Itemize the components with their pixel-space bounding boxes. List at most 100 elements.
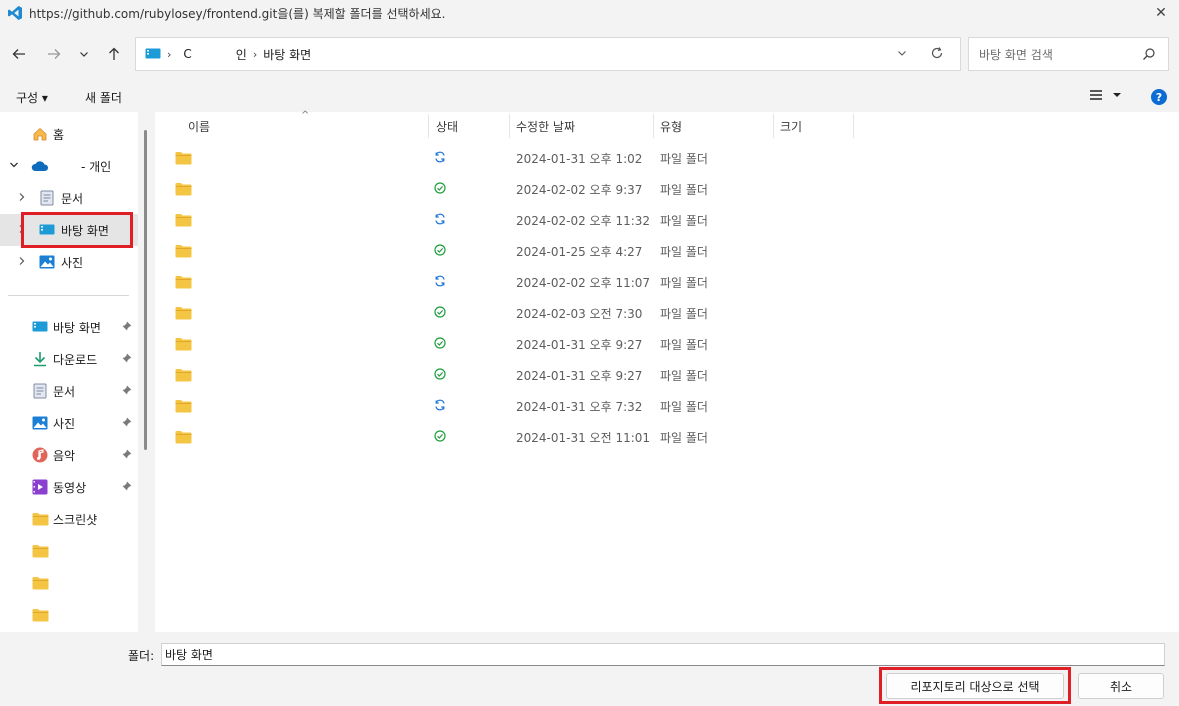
quick-access-folder[interactable] — [0, 535, 138, 567]
help-button[interactable]: ? — [1151, 89, 1167, 105]
quick-access-folder[interactable] — [0, 599, 138, 631]
table-row[interactable]: 2024-02-03 오전 7:30 파일 폴더 — [155, 297, 1179, 328]
quick-access-videos[interactable]: 동영상 — [0, 471, 138, 503]
folder-icon — [175, 399, 192, 416]
breadcrumb-user[interactable]: C — [183, 47, 191, 61]
column-divider[interactable] — [653, 114, 654, 138]
synced-check-icon — [434, 182, 446, 197]
column-divider[interactable] — [853, 114, 854, 138]
modified-date: 2024-02-02 오후 9:37 — [516, 183, 643, 197]
chevron-down-icon — [898, 51, 906, 56]
highlight-desktop — [21, 212, 133, 248]
quick-access-downloads[interactable]: 다운로드 — [0, 343, 138, 375]
table-row[interactable]: 2024-01-25 오후 4:27 파일 폴더 — [155, 235, 1179, 266]
quick-access-pictures[interactable]: 사진 — [0, 407, 138, 439]
forward-button[interactable] — [41, 41, 67, 67]
recent-locations-button[interactable] — [71, 41, 97, 67]
table-row[interactable]: 2024-02-02 오후 9:37 파일 폴더 — [155, 173, 1179, 204]
up-button[interactable] — [101, 41, 127, 67]
search-box[interactable]: 바탕 화면 검색 — [968, 37, 1169, 71]
column-divider[interactable] — [428, 114, 429, 138]
folder-icon — [31, 606, 49, 624]
pictures-icon — [31, 414, 49, 432]
organize-button[interactable]: 구성 ▾ — [16, 89, 48, 106]
back-button[interactable] — [6, 41, 32, 67]
quick-access-music[interactable]: 음악 — [0, 439, 138, 471]
sync-pending-icon — [434, 213, 446, 228]
sidebar-item-label: 사진 — [53, 416, 76, 431]
onedrive-cloud-icon — [31, 157, 49, 175]
quick-access-folder[interactable] — [0, 567, 138, 599]
table-row[interactable]: 2024-02-02 오후 11:32 파일 폴더 — [155, 204, 1179, 235]
table-row[interactable]: 2024-01-31 오후 7:32 파일 폴더 — [155, 390, 1179, 421]
navigation-pane-scrollbar[interactable] — [144, 130, 147, 450]
folder-icon — [175, 275, 192, 292]
column-header-status[interactable]: 상태 — [436, 118, 458, 135]
breadcrumb-user-suffix[interactable]: 인 — [236, 46, 247, 63]
folder-name-input[interactable] — [161, 643, 1165, 666]
folder-icon — [175, 430, 192, 447]
view-options-button[interactable] — [1089, 89, 1121, 101]
synced-check-icon — [434, 337, 446, 352]
sync-pending-icon — [434, 399, 446, 414]
address-dropdown-button[interactable] — [896, 47, 908, 62]
sidebar-item-label: 사진 — [61, 255, 84, 270]
pin-icon[interactable] — [122, 481, 132, 494]
quick-access-screenshots[interactable]: 스크린샷 — [0, 503, 138, 535]
download-icon — [31, 350, 49, 368]
sidebar-item-home[interactable]: 홈 — [0, 118, 138, 150]
close-icon: ✕ — [1155, 5, 1167, 21]
modified-date: 2024-01-31 오후 7:32 — [516, 400, 643, 414]
cancel-button[interactable]: 취소 — [1078, 673, 1164, 699]
folder-label: 폴더: — [128, 649, 155, 663]
refresh-button[interactable] — [930, 46, 944, 63]
title-bar: https://github.com/rubylosey/frontend.gi… — [0, 0, 1179, 26]
quick-access-desktop[interactable]: 바탕 화면 — [0, 311, 138, 343]
file-type: 파일 폴더 — [660, 431, 708, 445]
pin-icon[interactable] — [122, 417, 132, 430]
table-row[interactable]: 2024-01-31 오후 1:02 파일 폴더 — [155, 142, 1179, 173]
search-placeholder: 바탕 화면 검색 — [979, 47, 1053, 62]
sidebar-item-onedrive[interactable]: - 개인 — [0, 150, 138, 182]
dialog-footer: 폴더: 리포지토리 대상으로 선택 취소 — [0, 632, 1179, 706]
address-bar[interactable]: › C 인 › 바탕 화면 — [135, 37, 961, 71]
file-type: 파일 폴더 — [660, 307, 708, 321]
new-folder-button[interactable]: 새 폴더 — [85, 89, 122, 106]
search-icon — [1143, 48, 1155, 60]
column-header-modified[interactable]: 수정한 날짜 — [516, 118, 575, 135]
pin-icon[interactable] — [122, 353, 132, 366]
pin-icon[interactable] — [122, 449, 132, 462]
chevron-down-icon[interactable] — [8, 160, 20, 173]
sidebar-item-label: 문서 — [53, 384, 76, 399]
sidebar-item-label: 문서 — [61, 191, 84, 206]
file-type: 파일 폴더 — [660, 338, 708, 352]
column-divider[interactable] — [509, 114, 510, 138]
chevron-right-icon[interactable] — [16, 256, 28, 269]
column-header-size[interactable]: 크기 — [780, 118, 802, 135]
desktop-icon — [31, 318, 49, 336]
file-type: 파일 폴더 — [660, 369, 708, 383]
pin-icon[interactable] — [122, 385, 132, 398]
chevron-right-icon[interactable] — [16, 192, 28, 205]
file-list: ^ 이름 상태 수정한 날짜 유형 크기 2024-01-31 오후 1:02 파… — [155, 110, 1179, 632]
quick-access-documents[interactable]: 문서 — [0, 375, 138, 407]
table-row[interactable]: 2024-01-31 오후 9:27 파일 폴더 — [155, 328, 1179, 359]
sidebar-item-documents[interactable]: 문서 — [0, 182, 138, 214]
folder-icon — [175, 368, 192, 385]
column-header-name[interactable]: 이름 — [188, 118, 210, 135]
table-row[interactable]: 2024-01-31 오전 11:01 파일 폴더 — [155, 421, 1179, 452]
breadcrumb-desktop[interactable]: 바탕 화면 — [263, 46, 311, 63]
column-divider[interactable] — [773, 114, 774, 138]
pin-icon[interactable] — [122, 321, 132, 334]
modified-date: 2024-02-03 오전 7:30 — [516, 307, 643, 321]
sidebar-item-pictures[interactable]: 사진 — [0, 246, 138, 278]
table-row[interactable]: 2024-02-02 오후 11:07 파일 폴더 — [155, 266, 1179, 297]
folder-icon — [175, 213, 192, 230]
folder-icon — [31, 510, 49, 528]
table-row[interactable]: 2024-01-31 오후 9:27 파일 폴더 — [155, 359, 1179, 390]
column-header-type[interactable]: 유형 — [660, 118, 682, 135]
folder-icon — [175, 306, 192, 323]
folder-icon — [175, 151, 192, 168]
close-button[interactable]: ✕ — [1151, 3, 1171, 23]
sync-pending-icon — [434, 275, 446, 290]
